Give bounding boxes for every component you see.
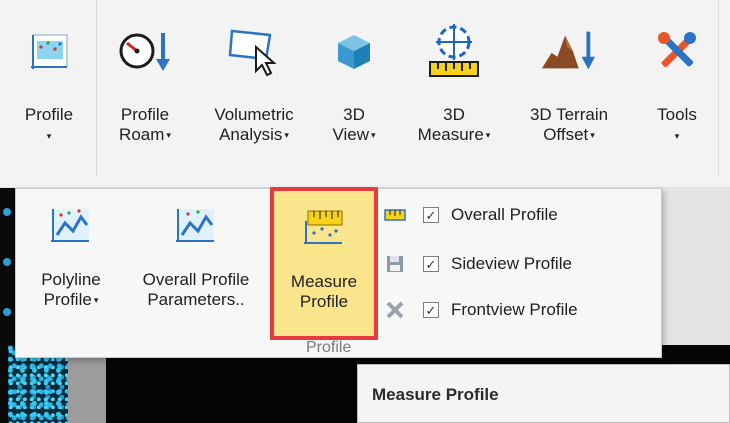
volumetric-analysis-label: Volumetric Analysis ▾	[214, 105, 294, 144]
profile-group-label: Profile	[306, 339, 352, 356]
measure-profile-label: Measure Profile	[290, 272, 358, 311]
chevron-down-icon: ▾	[166, 130, 171, 140]
profile-roam-label: Profile Roam ▾	[119, 105, 171, 144]
chevron-down-icon: ▾	[590, 130, 595, 140]
ribbon-divider	[96, 0, 97, 176]
3d-view-label: 3D View ▾	[332, 105, 376, 144]
gauge-roam-icon	[116, 22, 174, 80]
tools-label: Tools ▾	[657, 105, 697, 141]
viewport-gray-area	[662, 188, 730, 345]
overall-profile-check-label: Overall Profile	[451, 205, 558, 224]
chevron-down-icon: ▾	[674, 131, 680, 141]
overall-profile-parameters-button[interactable]: Overall Profile Parameters..	[122, 189, 270, 339]
overall-profile-check-row[interactable]: ✓ Overall Profile	[384, 201, 558, 229]
volumetric-analysis-button[interactable]: Volumetric Analysis ▾	[194, 0, 314, 176]
3d-measure-label: 3D Measure ▾	[417, 105, 491, 144]
profile-chart-icon	[20, 22, 78, 80]
polyline-profile-button[interactable]: Polyline Profile ▾	[30, 189, 112, 339]
ribbon-divider	[718, 0, 719, 176]
sideview-profile-check-label: Sideview Profile	[451, 254, 572, 273]
tools-button[interactable]: Tools ▾	[642, 0, 712, 176]
chevron-down-icon: ▾	[46, 131, 52, 141]
overall-profile-parameters-label: Overall Profile Parameters..	[142, 270, 250, 309]
3d-terrain-offset-button[interactable]: 3D Terrain Offset ▾	[514, 0, 624, 176]
ruler-bar-icon	[384, 204, 406, 226]
chevron-down-icon: ▾	[284, 130, 289, 140]
tooltip-title: Measure Profile	[372, 385, 499, 404]
3d-measure-button[interactable]: 3D Measure ▾	[398, 0, 510, 176]
ribbon-bar: Profile ▾ Profile Roam ▾ Volumetric Anal…	[0, 0, 730, 188]
profile-dropdown-panel: Polyline Profile ▾ Overall Profile Parame…	[15, 187, 662, 358]
profile-roam-button[interactable]: Profile Roam ▾	[102, 0, 188, 176]
tools-icon	[648, 22, 706, 80]
measure-profile-button[interactable]: Measure Profile	[270, 187, 378, 340]
chevron-down-icon: ▾	[93, 295, 99, 305]
overall-profile-checkbox[interactable]: ✓	[423, 207, 439, 223]
overall-profile-icon	[173, 202, 219, 248]
3d-view-button[interactable]: 3D View ▾	[316, 0, 392, 176]
frontview-profile-check-row[interactable]: ✓ Frontview Profile	[384, 296, 578, 324]
frontview-profile-checkbox[interactable]: ✓	[423, 302, 439, 318]
chevron-down-icon: ▾	[485, 130, 491, 140]
profile-ribbon-button[interactable]: Profile ▾	[14, 0, 84, 176]
polyline-profile-icon	[48, 202, 94, 248]
polyline-profile-label: Polyline Profile ▾	[41, 270, 101, 309]
3d-terrain-offset-label: 3D Terrain Offset ▾	[529, 105, 609, 144]
measure-profile-icon	[301, 204, 347, 250]
crosshair-ruler-icon	[425, 22, 483, 80]
sideview-profile-checkbox[interactable]: ✓	[423, 256, 439, 272]
chevron-down-icon: ▾	[371, 130, 376, 140]
profile-ribbon-label: Profile ▾	[24, 105, 74, 141]
close-x-icon	[384, 299, 406, 321]
cube-icon	[325, 22, 383, 80]
measure-profile-tooltip: Measure Profile	[357, 364, 730, 423]
save-icon	[384, 253, 406, 275]
frontview-profile-check-label: Frontview Profile	[451, 300, 578, 319]
terrain-arrow-icon	[540, 22, 598, 80]
volume-cursor-icon	[225, 22, 283, 80]
sideview-profile-check-row[interactable]: ✓ Sideview Profile	[384, 250, 572, 278]
